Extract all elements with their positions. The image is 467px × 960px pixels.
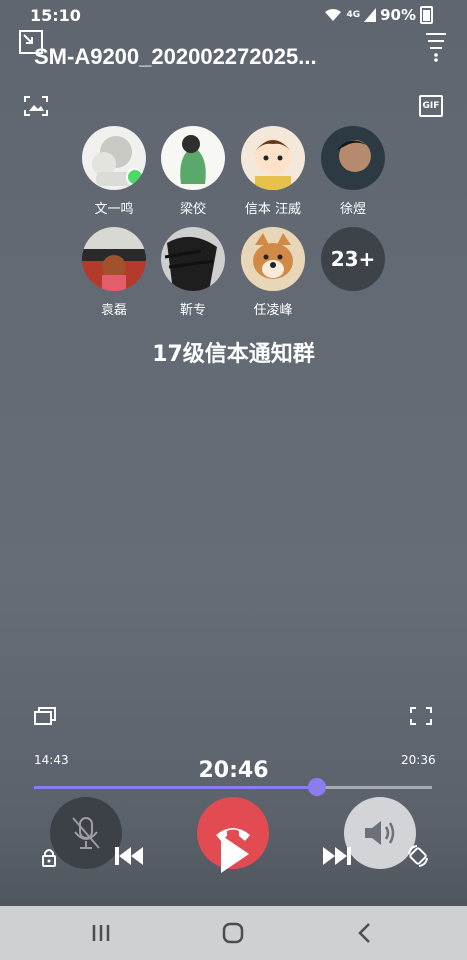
play-button[interactable] (212, 832, 256, 876)
participant[interactable]: 任凌峰 (233, 227, 313, 318)
status-time: 15:10 (30, 6, 81, 25)
mic-off-icon (72, 817, 100, 849)
participant-name: 文一鸣 (94, 202, 134, 217)
battery-icon (420, 6, 433, 24)
participant-name: 袁磊 (100, 303, 127, 318)
more-participants[interactable]: 23+ (313, 227, 393, 291)
recent-apps-icon[interactable] (88, 922, 114, 944)
fast-forward-icon[interactable] (320, 842, 354, 870)
participant-name: 徐煜 (339, 202, 366, 217)
avatar (161, 126, 225, 190)
back-icon[interactable] (352, 922, 378, 944)
participant[interactable]: 袁磊 (74, 227, 154, 318)
network-label: 4G (346, 10, 361, 20)
participant[interactable]: 靳专 (153, 227, 233, 318)
group-name: 17级信本通知群 (152, 342, 315, 367)
rotate-icon[interactable] (404, 842, 432, 870)
more-participants-badge[interactable]: 23+ (321, 227, 385, 291)
gif-icon[interactable]: GIF (419, 95, 443, 117)
screenshot-icon[interactable] (22, 94, 50, 118)
avatar (161, 227, 225, 291)
avatar (321, 126, 385, 190)
participant[interactable]: 徐煜 (313, 126, 393, 217)
speaker-icon (365, 821, 395, 845)
menu-icon[interactable] (422, 30, 450, 64)
recording-title: SM-A9200_202002272025... (34, 44, 317, 69)
status-bar: 15:10 4G 90% (0, 0, 467, 30)
avatar (82, 126, 146, 190)
participant[interactable]: 文一鸣 (74, 126, 154, 217)
avatar (82, 227, 146, 291)
lock-icon[interactable] (38, 846, 60, 868)
participant-name: 信本 汪威 (244, 202, 302, 217)
avatar (241, 227, 305, 291)
seek-progress (34, 786, 317, 789)
play-icon (221, 835, 249, 873)
home-icon[interactable] (220, 922, 246, 944)
status-icons: 4G 90% (324, 6, 433, 24)
participant-name: 梁佼 (179, 202, 206, 217)
current-time: 20:46 (198, 758, 269, 783)
battery-percent: 90% (380, 6, 416, 24)
pip-icon[interactable] (32, 704, 58, 728)
fullscreen-icon[interactable] (408, 704, 434, 728)
participant-name: 靳专 (179, 303, 206, 318)
signal-icon (364, 8, 377, 22)
speaking-icon (126, 168, 144, 186)
seek-thumb[interactable] (308, 778, 326, 796)
rewind-icon[interactable] (112, 842, 146, 870)
navigation-bar (0, 906, 467, 960)
avatar (241, 126, 305, 190)
participant[interactable]: 信本 汪威 (233, 126, 313, 217)
participant[interactable]: 梁佼 (153, 126, 233, 217)
wifi-icon (325, 9, 342, 21)
participant-name: 任凌峰 (253, 303, 293, 318)
